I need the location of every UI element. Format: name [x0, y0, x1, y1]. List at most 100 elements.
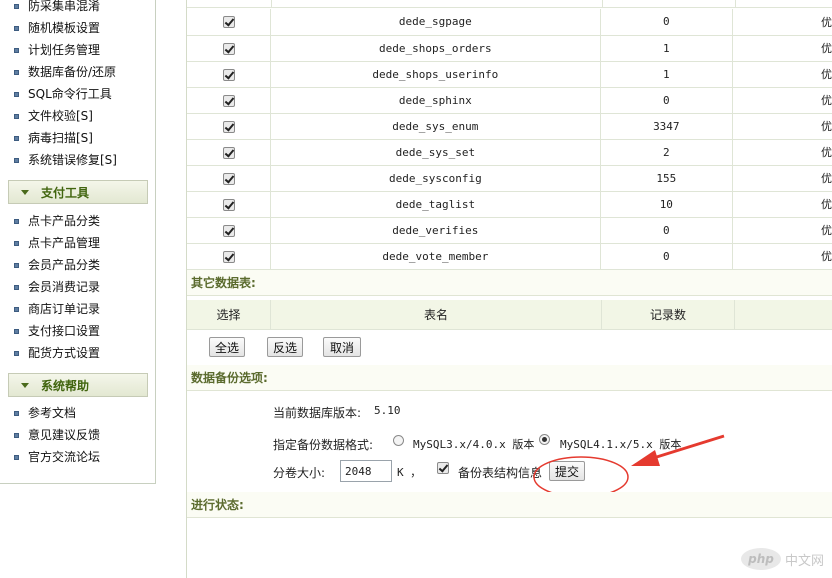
sidebar-item-member-consume[interactable]: 会员消费记录: [14, 277, 100, 297]
table-name-cell: dede_sys_set: [270, 139, 601, 166]
table-name-cell: dede_sphinx: [270, 87, 601, 114]
table-name-cell: dede_sys_enum: [270, 113, 601, 140]
bullet-icon: [14, 135, 19, 141]
table-row: dede_sysconfig 155 优: [187, 165, 832, 192]
sidebar-item-anti-collect[interactable]: 防采集串混淆: [14, 0, 100, 16]
row-checkbox[interactable]: [222, 42, 235, 55]
sidebar-item-error-repair[interactable]: 系统错误修复[S]: [14, 150, 117, 170]
sidebar-item-forum[interactable]: 官方交流论坛: [14, 447, 100, 467]
sidebar-item-card-manage[interactable]: 点卡产品管理: [14, 233, 100, 253]
table-name-cell: dede_shops_orders: [270, 35, 601, 62]
record-count-cell: 3347: [600, 113, 733, 140]
bullet-icon: [14, 157, 19, 163]
watermark-text: 中文网: [784, 553, 824, 569]
optimize-cell[interactable]: 优: [732, 243, 832, 270]
bullet-icon: [14, 262, 19, 268]
row-select-cell: [187, 139, 272, 166]
table-name-cell: dede_taglist: [270, 191, 601, 218]
format-mysql41-label: MySQL4.1.x/5.x 版本: [560, 438, 682, 451]
submit-button[interactable]: 提交: [549, 461, 585, 481]
sidebar-item-sql-tool[interactable]: SQL命令行工具: [14, 84, 112, 104]
row-checkbox[interactable]: [222, 172, 235, 185]
table-row: dede_sgpage 0 优: [187, 9, 832, 36]
sidebar-section-help[interactable]: 系统帮助: [8, 373, 148, 397]
volume-size-unit: K ，: [397, 466, 422, 479]
bullet-icon: [14, 69, 19, 75]
format-mysql41-radio[interactable]: [539, 434, 550, 445]
db-version-label: 当前数据库版本:: [273, 406, 362, 420]
col-header-count: 记录数: [602, 300, 735, 329]
row-checkbox[interactable]: [222, 120, 235, 133]
status-heading: 进行状态:: [187, 492, 832, 518]
invert-selection-button[interactable]: 反选: [267, 337, 303, 357]
db-version-value: 5.10: [374, 404, 401, 417]
table-row: dede_vote_member 0 优: [187, 243, 832, 270]
bullet-icon: [14, 432, 19, 438]
table-name-cell: dede_sysconfig: [270, 165, 601, 192]
select-all-button[interactable]: 全选: [209, 337, 245, 357]
format-mysql3-radio[interactable]: [393, 435, 404, 446]
row-checkbox[interactable]: [222, 250, 235, 263]
sidebar-item-member-category[interactable]: 会员产品分类: [14, 255, 100, 275]
row-select-cell: [187, 191, 272, 218]
sidebar-item-virus-scan[interactable]: 病毒扫描[S]: [14, 128, 93, 148]
backup-structure-checkbox[interactable]: [437, 462, 449, 474]
php-logo: php: [740, 548, 781, 570]
optimize-cell[interactable]: 优: [732, 9, 832, 36]
sidebar-item-card-category[interactable]: 点卡产品分类: [14, 211, 100, 231]
sidebar-item-docs[interactable]: 参考文档: [14, 403, 76, 423]
row-select-cell: [187, 165, 272, 192]
col-header-extra: [735, 300, 832, 329]
optimize-cell[interactable]: 优: [732, 35, 832, 62]
optimize-cell[interactable]: 优: [732, 139, 832, 166]
row-select-cell: [187, 61, 272, 88]
bullet-icon: [14, 454, 19, 460]
sidebar-item-file-check[interactable]: 文件校验[S]: [14, 106, 93, 126]
cancel-selection-button[interactable]: 取消: [323, 337, 361, 357]
bullet-icon: [14, 306, 19, 312]
table-row: dede_shops_userinfo 1 优: [187, 61, 832, 88]
volume-size-input[interactable]: 2048: [340, 460, 392, 482]
optimize-cell[interactable]: 优: [732, 87, 832, 114]
table-row: dede_sys_enum 3347 优: [187, 113, 832, 140]
sidebar-item-shop-orders[interactable]: 商店订单记录: [14, 299, 100, 319]
watermark: php 中文网: [740, 548, 824, 570]
table-name-cell: dede_shops_userinfo: [270, 61, 601, 88]
row-checkbox[interactable]: [222, 94, 235, 107]
sidebar-item-pay-interface[interactable]: 支付接口设置: [14, 321, 100, 341]
bullet-icon: [14, 350, 19, 356]
record-count-cell: 155: [600, 165, 733, 192]
bullet-icon: [14, 47, 19, 53]
table-row: dede_taglist 10 优: [187, 191, 832, 218]
row-checkbox[interactable]: [222, 146, 235, 159]
sidebar-item-feedback[interactable]: 意见建议反馈: [14, 425, 100, 445]
row-select-cell: [187, 217, 272, 244]
main-panel: dede_sgpage 0 优 dede_shops_orders 1 优 dede_sho…: [186, 0, 832, 578]
format-label: 指定备份数据格式:: [273, 438, 374, 452]
row-select-cell: [187, 9, 272, 36]
row-checkbox[interactable]: [222, 198, 235, 211]
sidebar-item-scheduled-tasks[interactable]: 计划任务管理: [14, 40, 100, 60]
tables-list: dede_sgpage 0 优 dede_shops_orders 1 优 dede_sho…: [187, 9, 832, 270]
sidebar-item-delivery[interactable]: 配货方式设置: [14, 343, 100, 363]
optimize-cell[interactable]: 优: [732, 165, 832, 192]
table-name-cell: dede_verifies: [270, 217, 601, 244]
row-checkbox[interactable]: [222, 224, 235, 237]
record-count-cell: 1: [600, 61, 733, 88]
sidebar-item-db-backup[interactable]: 数据库备份/还原: [14, 62, 116, 82]
arrow-head: [631, 450, 660, 466]
other-tables-header-row: 选择 表名 记录数: [187, 300, 832, 330]
optimize-cell[interactable]: 优: [732, 191, 832, 218]
bullet-icon: [14, 328, 19, 334]
sidebar-item-random-template[interactable]: 随机模板设置: [14, 18, 100, 38]
optimize-cell[interactable]: 优: [732, 217, 832, 244]
optimize-cell[interactable]: 优: [732, 113, 832, 140]
record-count-cell: 2: [600, 139, 733, 166]
row-checkbox[interactable]: [222, 16, 235, 29]
sidebar-section-pay-tools[interactable]: 支付工具: [8, 180, 148, 204]
bullet-icon: [14, 218, 19, 224]
record-count-cell: 1: [600, 35, 733, 62]
table-row: dede_sphinx 0 优: [187, 87, 832, 114]
row-checkbox[interactable]: [222, 68, 235, 81]
optimize-cell[interactable]: 优: [732, 61, 832, 88]
